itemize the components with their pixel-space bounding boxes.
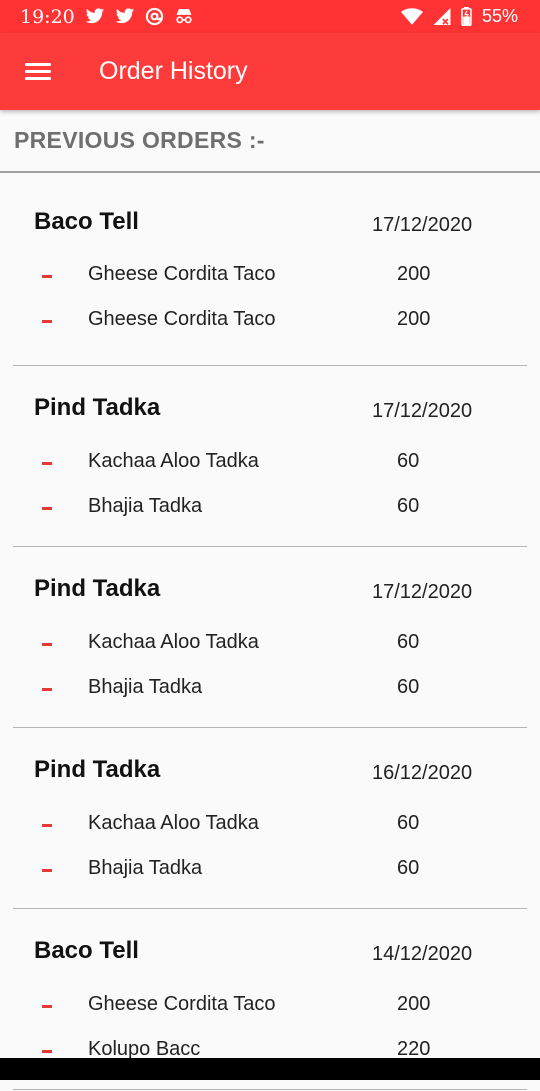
order-date: 17/12/2020 bbox=[372, 581, 473, 603]
restaurant-name: Pind Tadka bbox=[34, 756, 161, 783]
twitter-icon bbox=[85, 8, 105, 25]
hamburger-menu-icon[interactable] bbox=[25, 62, 51, 81]
order-item: Gheese Cordita Taco 200 bbox=[13, 308, 527, 361]
item-price: 60 bbox=[397, 812, 420, 834]
item-name: Bhajia Tadka bbox=[88, 676, 203, 698]
item-price: 60 bbox=[397, 857, 420, 879]
order-date: 17/12/2020 bbox=[372, 214, 473, 236]
section-title: PREVIOUS ORDERS :- bbox=[14, 127, 265, 153]
bullet-dash-icon bbox=[42, 1005, 52, 1008]
item-name: Kachaa Aloo Tadka bbox=[88, 450, 259, 472]
item-name: Kachaa Aloo Tadka bbox=[88, 812, 259, 834]
at-sign-icon bbox=[145, 7, 164, 26]
order-header: Baco Tell 14/12/2020 bbox=[34, 937, 527, 977]
bullet-dash-icon bbox=[42, 824, 52, 827]
item-name: Bhajia Tadka bbox=[88, 495, 203, 517]
item-name: Kachaa Aloo Tadka bbox=[88, 631, 259, 653]
item-name: Gheese Cordita Taco bbox=[88, 308, 276, 330]
status-left: 19:20 bbox=[20, 6, 194, 28]
restaurant-name: Pind Tadka bbox=[34, 394, 161, 421]
bullet-dash-icon bbox=[42, 320, 52, 323]
order-date: 16/12/2020 bbox=[372, 762, 473, 784]
status-bar: 19:20 55% bbox=[0, 0, 540, 33]
order-items: Gheese Cordita Taco 200 Gheese Cordita T… bbox=[13, 263, 527, 361]
item-name: Bhajia Tadka bbox=[88, 857, 203, 879]
battery-percentage: 55% bbox=[481, 6, 518, 26]
order-date: 17/12/2020 bbox=[372, 400, 473, 422]
twitter-icon bbox=[115, 8, 135, 25]
bullet-dash-icon bbox=[42, 507, 52, 510]
system-nav-bar bbox=[0, 1058, 540, 1080]
order-item: Bhajia Tadka 60 bbox=[13, 495, 527, 548]
app-bar: Order History bbox=[0, 33, 540, 110]
item-price: 200 bbox=[397, 308, 431, 330]
order-header: Pind Tadka 17/12/2020 bbox=[34, 394, 527, 434]
bullet-dash-icon bbox=[42, 1050, 52, 1053]
battery-icon bbox=[461, 7, 472, 26]
wifi-icon bbox=[400, 8, 423, 25]
status-right: 55% bbox=[400, 6, 518, 27]
item-name: Gheese Cordita Taco bbox=[88, 263, 276, 285]
item-price: 200 bbox=[397, 993, 431, 1015]
item-price: 60 bbox=[397, 631, 420, 653]
status-time: 19:20 bbox=[20, 5, 75, 28]
item-price: 60 bbox=[397, 676, 420, 698]
item-price: 60 bbox=[397, 495, 420, 517]
bullet-dash-icon bbox=[42, 688, 52, 691]
item-price: 200 bbox=[397, 263, 431, 285]
page-title: Order History bbox=[99, 57, 248, 85]
item-price: 60 bbox=[397, 450, 420, 472]
item-name: Gheese Cordita Taco bbox=[88, 993, 276, 1015]
order-item: Bhajia Tadka 60 bbox=[13, 676, 527, 729]
order-items: Kachaa Aloo Tadka 60 Bhajia Tadka 60 bbox=[13, 631, 527, 729]
order-item: Bhajia Tadka 60 bbox=[13, 857, 527, 910]
incognito-icon bbox=[174, 8, 194, 25]
order-items: Kachaa Aloo Tadka 60 Bhajia Tadka 60 bbox=[13, 812, 527, 910]
order-header: Pind Tadka 17/12/2020 bbox=[34, 575, 527, 615]
order-card[interactable]: Baco Tell 17/12/2020 Gheese Cordita Taco… bbox=[13, 173, 527, 366]
bullet-dash-icon bbox=[42, 643, 52, 646]
order-date: 14/12/2020 bbox=[372, 943, 473, 965]
bullet-dash-icon bbox=[42, 275, 52, 278]
bullet-dash-icon bbox=[42, 869, 52, 872]
order-card[interactable]: Pind Tadka 17/12/2020 Kachaa Aloo Tadka … bbox=[13, 366, 527, 547]
order-list: Baco Tell 17/12/2020 Gheese Cordita Taco… bbox=[0, 173, 540, 1090]
restaurant-name: Baco Tell bbox=[34, 937, 139, 964]
signal-icon bbox=[433, 8, 451, 25]
order-header: Pind Tadka 16/12/2020 bbox=[34, 756, 527, 796]
bullet-dash-icon bbox=[42, 462, 52, 465]
restaurant-name: Pind Tadka bbox=[34, 575, 161, 602]
order-items: Kachaa Aloo Tadka 60 Bhajia Tadka 60 bbox=[13, 450, 527, 548]
order-card[interactable]: Pind Tadka 16/12/2020 Kachaa Aloo Tadka … bbox=[13, 728, 527, 909]
restaurant-name: Baco Tell bbox=[34, 208, 139, 235]
order-header: Baco Tell 17/12/2020 bbox=[34, 208, 527, 248]
order-card[interactable]: Pind Tadka 17/12/2020 Kachaa Aloo Tadka … bbox=[13, 547, 527, 728]
